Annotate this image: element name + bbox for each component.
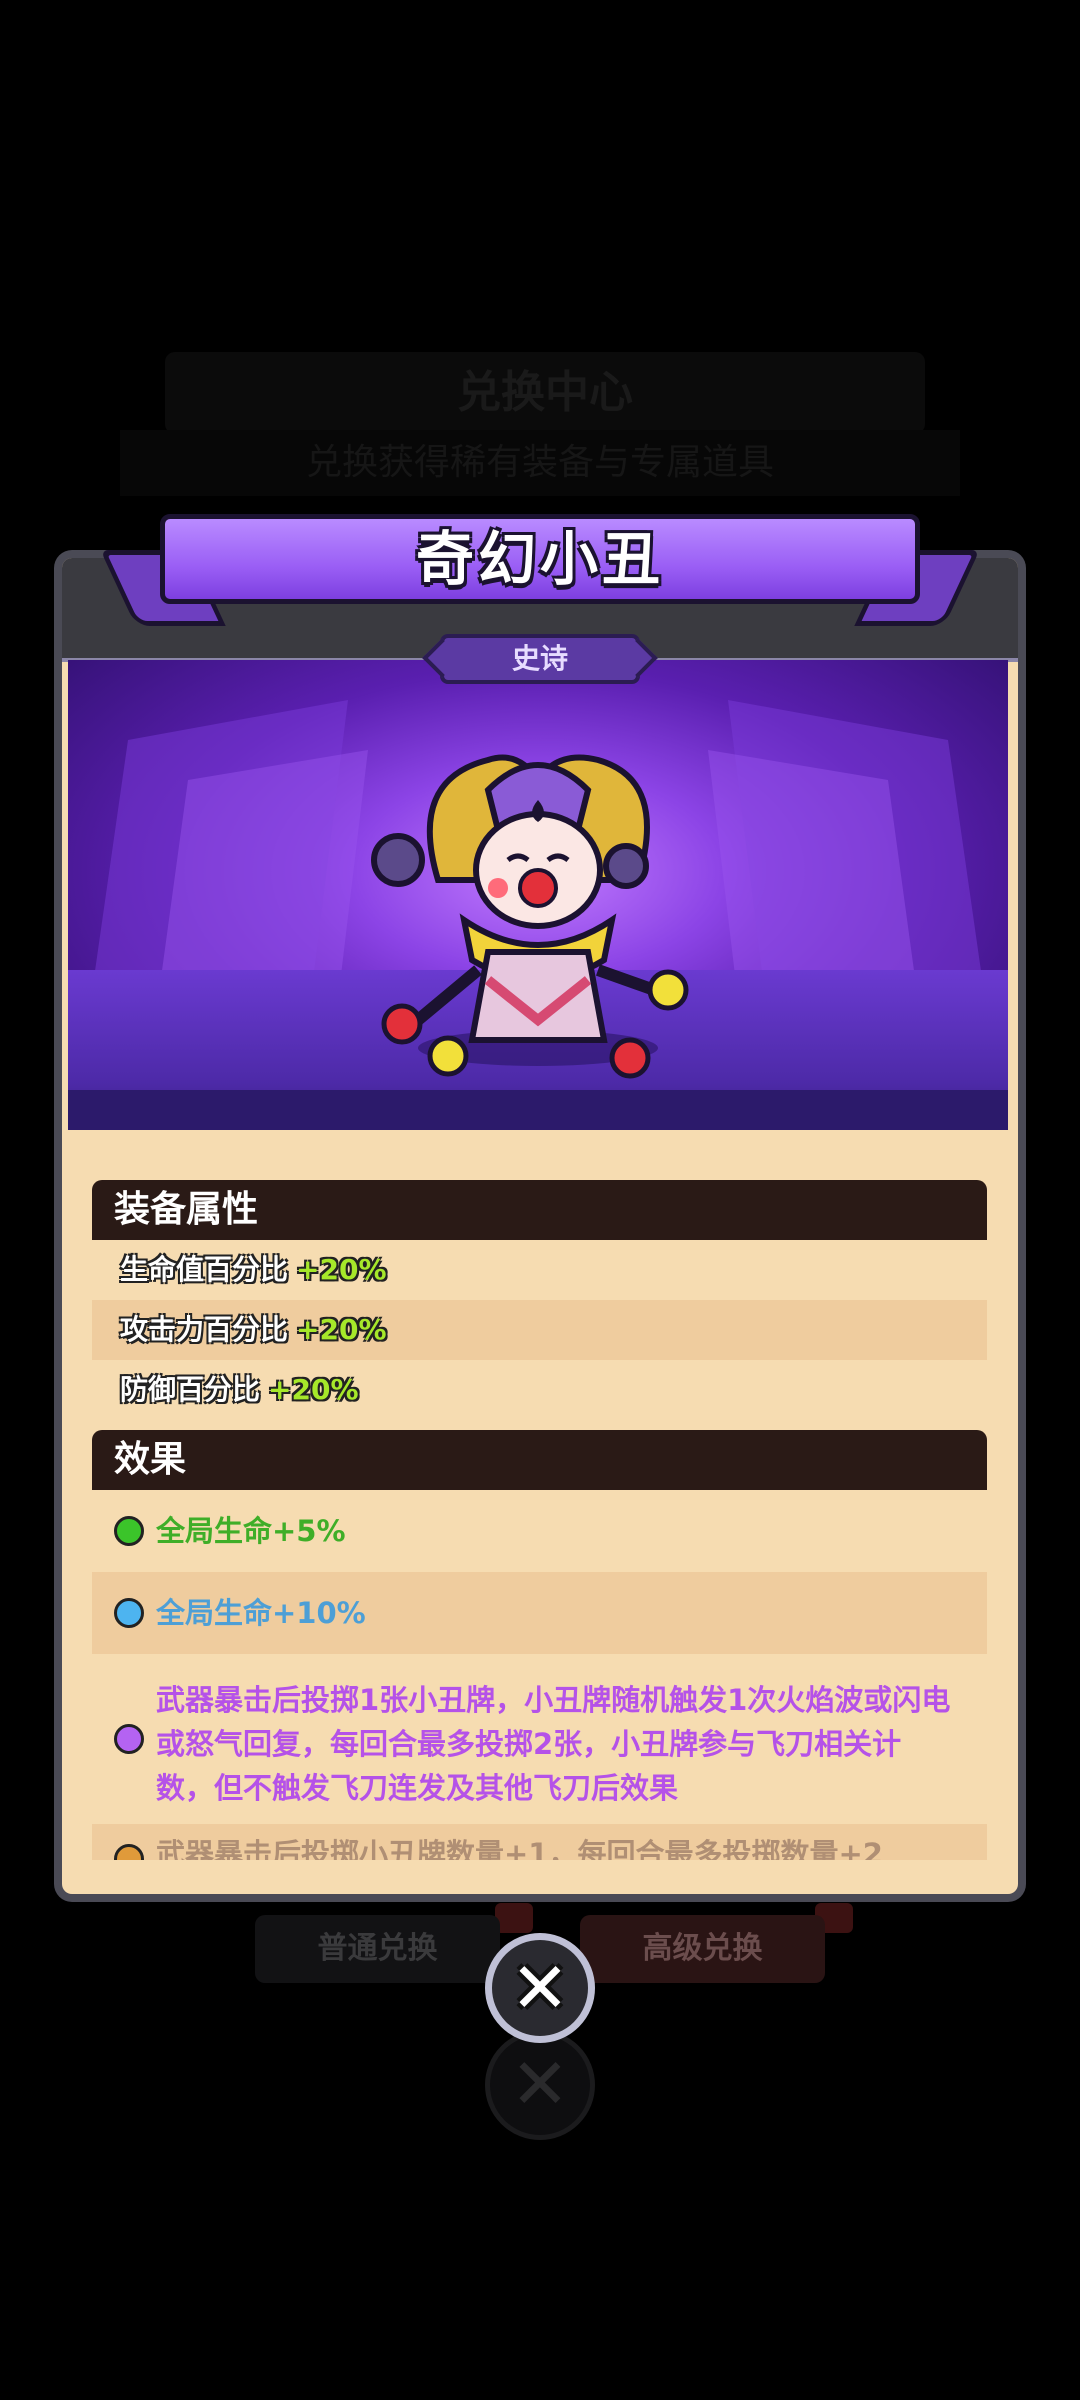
effect-item: 全局生命+10% [92,1572,987,1654]
attribute-value: +20% [296,1253,387,1286]
background-close-icon: ✕ [485,2030,595,2140]
effect-text: 全局生命+10% [156,1596,366,1630]
effect-item: 武器暴击后投掷1张小丑牌，小丑牌随机触发1次火焰波或闪电或怒气回复，每回合最多投… [92,1654,987,1824]
item-title: 奇幻小丑 [415,525,664,593]
blue-gem-icon [114,1598,144,1628]
background-title: 兑换中心 [165,352,925,434]
section-heading: 装备属性 [92,1180,987,1240]
stage-floor-edge [68,1090,1008,1130]
rarity-badge: 史诗 [440,634,640,684]
attribute-row: 攻击力百分比 +20% [92,1300,987,1360]
attribute-label: 攻击力百分比 [120,1313,289,1346]
purple-gem-icon [114,1724,144,1754]
effect-text: 全局生命+5% [156,1514,346,1548]
effect-text: 武器暴击后投掷小丑牌数量+1，每回合最多投掷数量+2 [156,1837,883,1860]
close-button[interactable]: ✕ [485,1933,595,2043]
effects-section[interactable]: 效果 全局生命+5% 全局生命+10% 武器暴击后投掷1张小丑牌，小丑牌随机触发… [92,1430,987,1860]
normal-exchange-button: 普通兑换 [255,1915,500,1983]
effect-text: 武器暴击后投掷1张小丑牌，小丑牌随机触发1次火焰波或闪电或怒气回复，每回合最多投… [156,1683,951,1805]
attribute-row: 防御百分比 +20% [92,1360,987,1420]
character-stage [68,660,1008,1130]
effect-item: 武器暴击后投掷小丑牌数量+1，每回合最多投掷数量+2 [92,1824,987,1860]
jester-clown-icon [371,754,689,1079]
effect-item: 全局生命+5% [92,1490,987,1572]
green-gem-icon [114,1516,144,1546]
background-subtitle: 兑换获得稀有装备与专属道具 [120,430,960,496]
equipment-attributes-section: 装备属性 生命值百分比 +20% 攻击力百分比 +20% 防御百分比 +20% [92,1180,987,1420]
attribute-row: 生命值百分比 +20% [92,1240,987,1300]
orange-gem-icon [114,1844,144,1860]
advanced-exchange-button: 高级兑换 [580,1915,825,1983]
notification-badge [495,1903,533,1933]
attribute-label: 生命值百分比 [120,1253,289,1286]
attribute-value: +20% [268,1373,359,1406]
attribute-value: +20% [296,1313,387,1346]
section-heading: 效果 [92,1430,987,1490]
close-x-icon: ✕ [510,1947,570,2029]
attribute-label: 防御百分比 [120,1373,261,1406]
